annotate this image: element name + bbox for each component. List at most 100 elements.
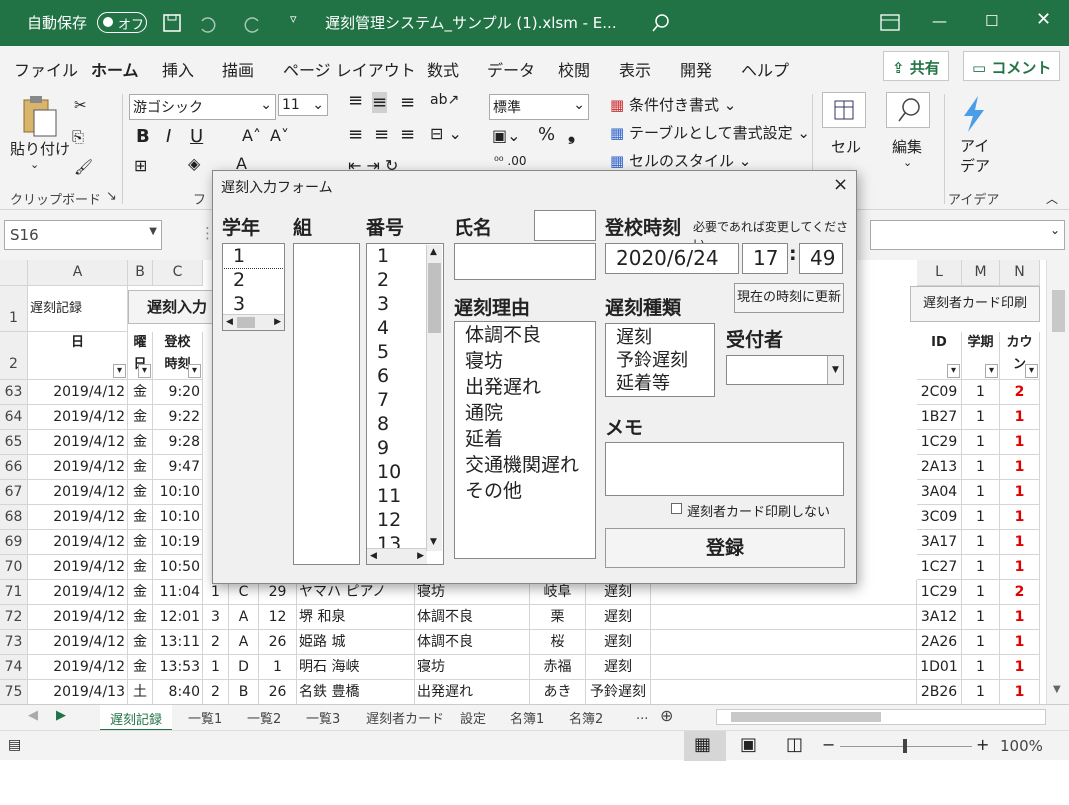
table-cell[interactable]: 1 xyxy=(1000,555,1040,580)
table-cell[interactable]: 1 xyxy=(962,480,1000,505)
minimize-icon[interactable]: — xyxy=(932,12,947,30)
table-cell[interactable]: 2019/4/12 xyxy=(28,655,128,680)
italic-button[interactable]: I xyxy=(166,126,171,147)
late-type-option[interactable]: 遅刻 xyxy=(606,326,714,349)
currency-icon[interactable]: ▣⌄ xyxy=(492,126,521,145)
table-cell[interactable]: 栗 xyxy=(530,605,586,630)
table-cell[interactable]: 寝坊 xyxy=(415,655,530,680)
row-header[interactable]: 69 xyxy=(0,530,28,555)
table-cell[interactable]: 体調不良 xyxy=(415,630,530,655)
paste-icon[interactable] xyxy=(20,94,60,138)
table-cell[interactable]: 26 xyxy=(259,630,297,655)
filter-dropdown-icon[interactable]: ▾ xyxy=(985,364,998,378)
comment-button[interactable]: ▭ コメント xyxy=(963,51,1061,81)
table-cell[interactable]: 12:01 xyxy=(153,605,203,630)
dialog-close-icon[interactable]: × xyxy=(833,174,848,195)
more-sheets[interactable]: ... xyxy=(636,708,648,723)
format-painter-icon[interactable]: 🖌 xyxy=(74,158,93,176)
underline-button[interactable]: U xyxy=(190,126,203,147)
number-format-select[interactable]: 標準 ⌄ xyxy=(489,94,589,120)
close-window-icon[interactable]: ✕ xyxy=(1036,9,1051,30)
borders-icon[interactable]: ⊞ xyxy=(134,156,147,175)
table-cell[interactable]: 金 xyxy=(128,380,153,405)
table-cell[interactable]: 12 xyxy=(259,605,297,630)
filter-dropdown-icon[interactable]: ▾ xyxy=(188,364,201,378)
sheet-tab-1[interactable]: 一覧1 xyxy=(188,708,222,727)
class-listbox[interactable] xyxy=(293,243,360,565)
table-cell[interactable]: 10:10 xyxy=(153,505,203,530)
collapse-ribbon-icon[interactable]: ︿ xyxy=(1046,190,1058,207)
table-cell[interactable]: 金 xyxy=(128,555,153,580)
scroll-down-icon[interactable]: ▼ xyxy=(1053,684,1061,695)
share-button[interactable]: ⇪ 共有 xyxy=(883,51,949,81)
page-layout-view-icon[interactable]: ▣ xyxy=(740,734,757,755)
filter-dropdown-icon[interactable]: ▾ xyxy=(1025,364,1038,378)
row-header[interactable]: 74 xyxy=(0,655,28,680)
decrease-font-icon[interactable]: A˅ xyxy=(270,126,289,145)
reason-option[interactable]: 出発遅れ xyxy=(455,374,595,400)
table-cell[interactable]: 9:47 xyxy=(153,455,203,480)
corner[interactable] xyxy=(0,260,28,286)
table-cell[interactable]: 1 xyxy=(962,530,1000,555)
table-cell[interactable]: 9:20 xyxy=(153,380,203,405)
table-cell[interactable]: 1 xyxy=(1000,605,1040,630)
copy-icon[interactable]: ⎘ xyxy=(72,128,84,146)
row-header[interactable]: 2 xyxy=(0,332,28,380)
table-cell[interactable]: 2019/4/12 xyxy=(28,480,128,505)
table-cell[interactable]: 1 xyxy=(1000,405,1040,430)
table-cell[interactable]: 2019/4/12 xyxy=(28,580,128,605)
align-right-icon[interactable]: ≡ xyxy=(400,124,415,145)
row-header[interactable]: 68 xyxy=(0,505,28,530)
tab-view[interactable]: 表示 xyxy=(619,57,651,81)
ideas-button[interactable]: アイ デア xyxy=(960,136,990,176)
row-header[interactable]: 75 xyxy=(0,680,28,704)
table-cell[interactable]: 予鈴遅刻 xyxy=(586,680,651,704)
vertical-scrollbar[interactable]: ▼ xyxy=(1046,260,1069,704)
table-cell[interactable]: 1 xyxy=(962,655,1000,680)
table-cell[interactable]: 1 xyxy=(962,630,1000,655)
cell[interactable]: 遅刻記録 xyxy=(28,286,128,332)
reason-option[interactable]: 交通機関遅れ xyxy=(455,452,595,478)
align-bottom-icon[interactable]: ≡ xyxy=(400,92,415,113)
table-cell[interactable]: 金 xyxy=(128,405,153,430)
table-cell[interactable]: 9:28 xyxy=(153,430,203,455)
formula-input[interactable]: ⌄ xyxy=(870,220,1065,250)
table-cell[interactable]: 1 xyxy=(962,555,1000,580)
row-header[interactable]: 72 xyxy=(0,605,28,630)
grade-option[interactable]: 2 xyxy=(223,268,284,292)
table-cell[interactable]: 1 xyxy=(1000,455,1040,480)
table-cell[interactable]: 2019/4/12 xyxy=(28,505,128,530)
table-cell[interactable]: 1 xyxy=(962,430,1000,455)
number-h-scrollbar[interactable]: ◀ ▶ xyxy=(367,548,427,564)
name-kana-input[interactable] xyxy=(534,210,596,241)
table-cell[interactable]: 名鉄 豊橋 xyxy=(297,680,415,704)
row-header[interactable]: 67 xyxy=(0,480,28,505)
table-cell[interactable]: 金 xyxy=(128,480,153,505)
no-print-checkbox[interactable] xyxy=(671,503,682,514)
receiver-select[interactable]: ▼ xyxy=(726,355,844,385)
table-cell[interactable]: 2 xyxy=(1000,580,1040,605)
cell-style-button[interactable]: ▦ セルのスタイル ⌄ xyxy=(610,150,751,171)
table-cell[interactable]: 11:04 xyxy=(153,580,203,605)
time-header[interactable]: 登校 時刻 ▾ xyxy=(153,332,203,380)
table-cell[interactable]: 金 xyxy=(128,630,153,655)
tab-page-layout[interactable]: ページ レイアウト xyxy=(283,57,416,81)
table-cell[interactable]: 26 xyxy=(259,680,297,704)
table-cell[interactable]: 1C29 xyxy=(917,580,962,605)
bold-button[interactable]: B xyxy=(136,126,150,147)
table-cell[interactable]: 明石 海峡 xyxy=(297,655,415,680)
table-cell[interactable]: 1 xyxy=(962,605,1000,630)
paste-label[interactable]: 貼り付け xyxy=(10,138,70,159)
table-cell[interactable]: 1 xyxy=(1000,480,1040,505)
comma-icon[interactable]: ❟ xyxy=(568,124,575,145)
table-cell[interactable]: 遅刻 xyxy=(586,655,651,680)
reason-option[interactable]: 通院 xyxy=(455,400,595,426)
merge-center-icon[interactable]: ⊟ ⌄ xyxy=(430,124,462,143)
table-cell[interactable]: 1 xyxy=(962,380,1000,405)
memo-input[interactable] xyxy=(605,442,844,496)
column-header[interactable]: L xyxy=(917,260,962,286)
table-cell[interactable]: 3A12 xyxy=(917,605,962,630)
number-scrollbar[interactable]: ▲ ▼ xyxy=(426,245,442,551)
reason-listbox[interactable]: 体調不良 寝坊 出発遅れ 通院 延着 交通機関遅れ その他 xyxy=(454,321,596,559)
late-type-listbox[interactable]: 遅刻 予鈴遅刻 延着等 xyxy=(605,323,715,397)
